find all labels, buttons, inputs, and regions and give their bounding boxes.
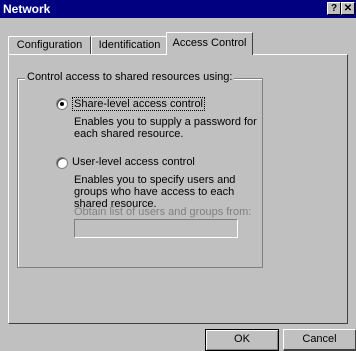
close-icon: ✕ bbox=[343, 3, 353, 14]
ok-button[interactable]: OK bbox=[205, 329, 279, 351]
groupbox-label: Control access to shared resources using… bbox=[25, 71, 235, 83]
close-button[interactable]: ✕ bbox=[341, 2, 355, 15]
share-level-label[interactable]: Share-level access control bbox=[72, 97, 206, 111]
obtain-list-field bbox=[74, 219, 238, 238]
help-icon: ? bbox=[330, 3, 338, 14]
user-level-radio[interactable] bbox=[56, 157, 68, 169]
tab-identification[interactable]: Identification bbox=[91, 36, 168, 54]
user-level-description: Enables you to specify users and groups … bbox=[74, 174, 236, 210]
tab-strip: Configuration Identification Access Cont… bbox=[8, 32, 348, 55]
share-level-radio[interactable] bbox=[56, 98, 68, 110]
help-button[interactable]: ? bbox=[327, 2, 341, 15]
window-title: Network bbox=[3, 2, 51, 16]
obtain-list-label: Obtain list of users and groups from: bbox=[74, 206, 252, 218]
tab-access-control[interactable]: Access Control bbox=[166, 32, 253, 55]
radio-selected-dot bbox=[60, 102, 64, 106]
title-bar: Network ? ✕ bbox=[0, 0, 356, 18]
network-dialog: Network ? ✕ Configuration Identification… bbox=[0, 0, 356, 351]
cancel-button[interactable]: Cancel bbox=[283, 329, 356, 351]
user-level-label[interactable]: User-level access control bbox=[72, 156, 195, 168]
tab-configuration[interactable]: Configuration bbox=[8, 36, 91, 54]
share-level-description: Enables you to supply a password for eac… bbox=[74, 116, 257, 140]
